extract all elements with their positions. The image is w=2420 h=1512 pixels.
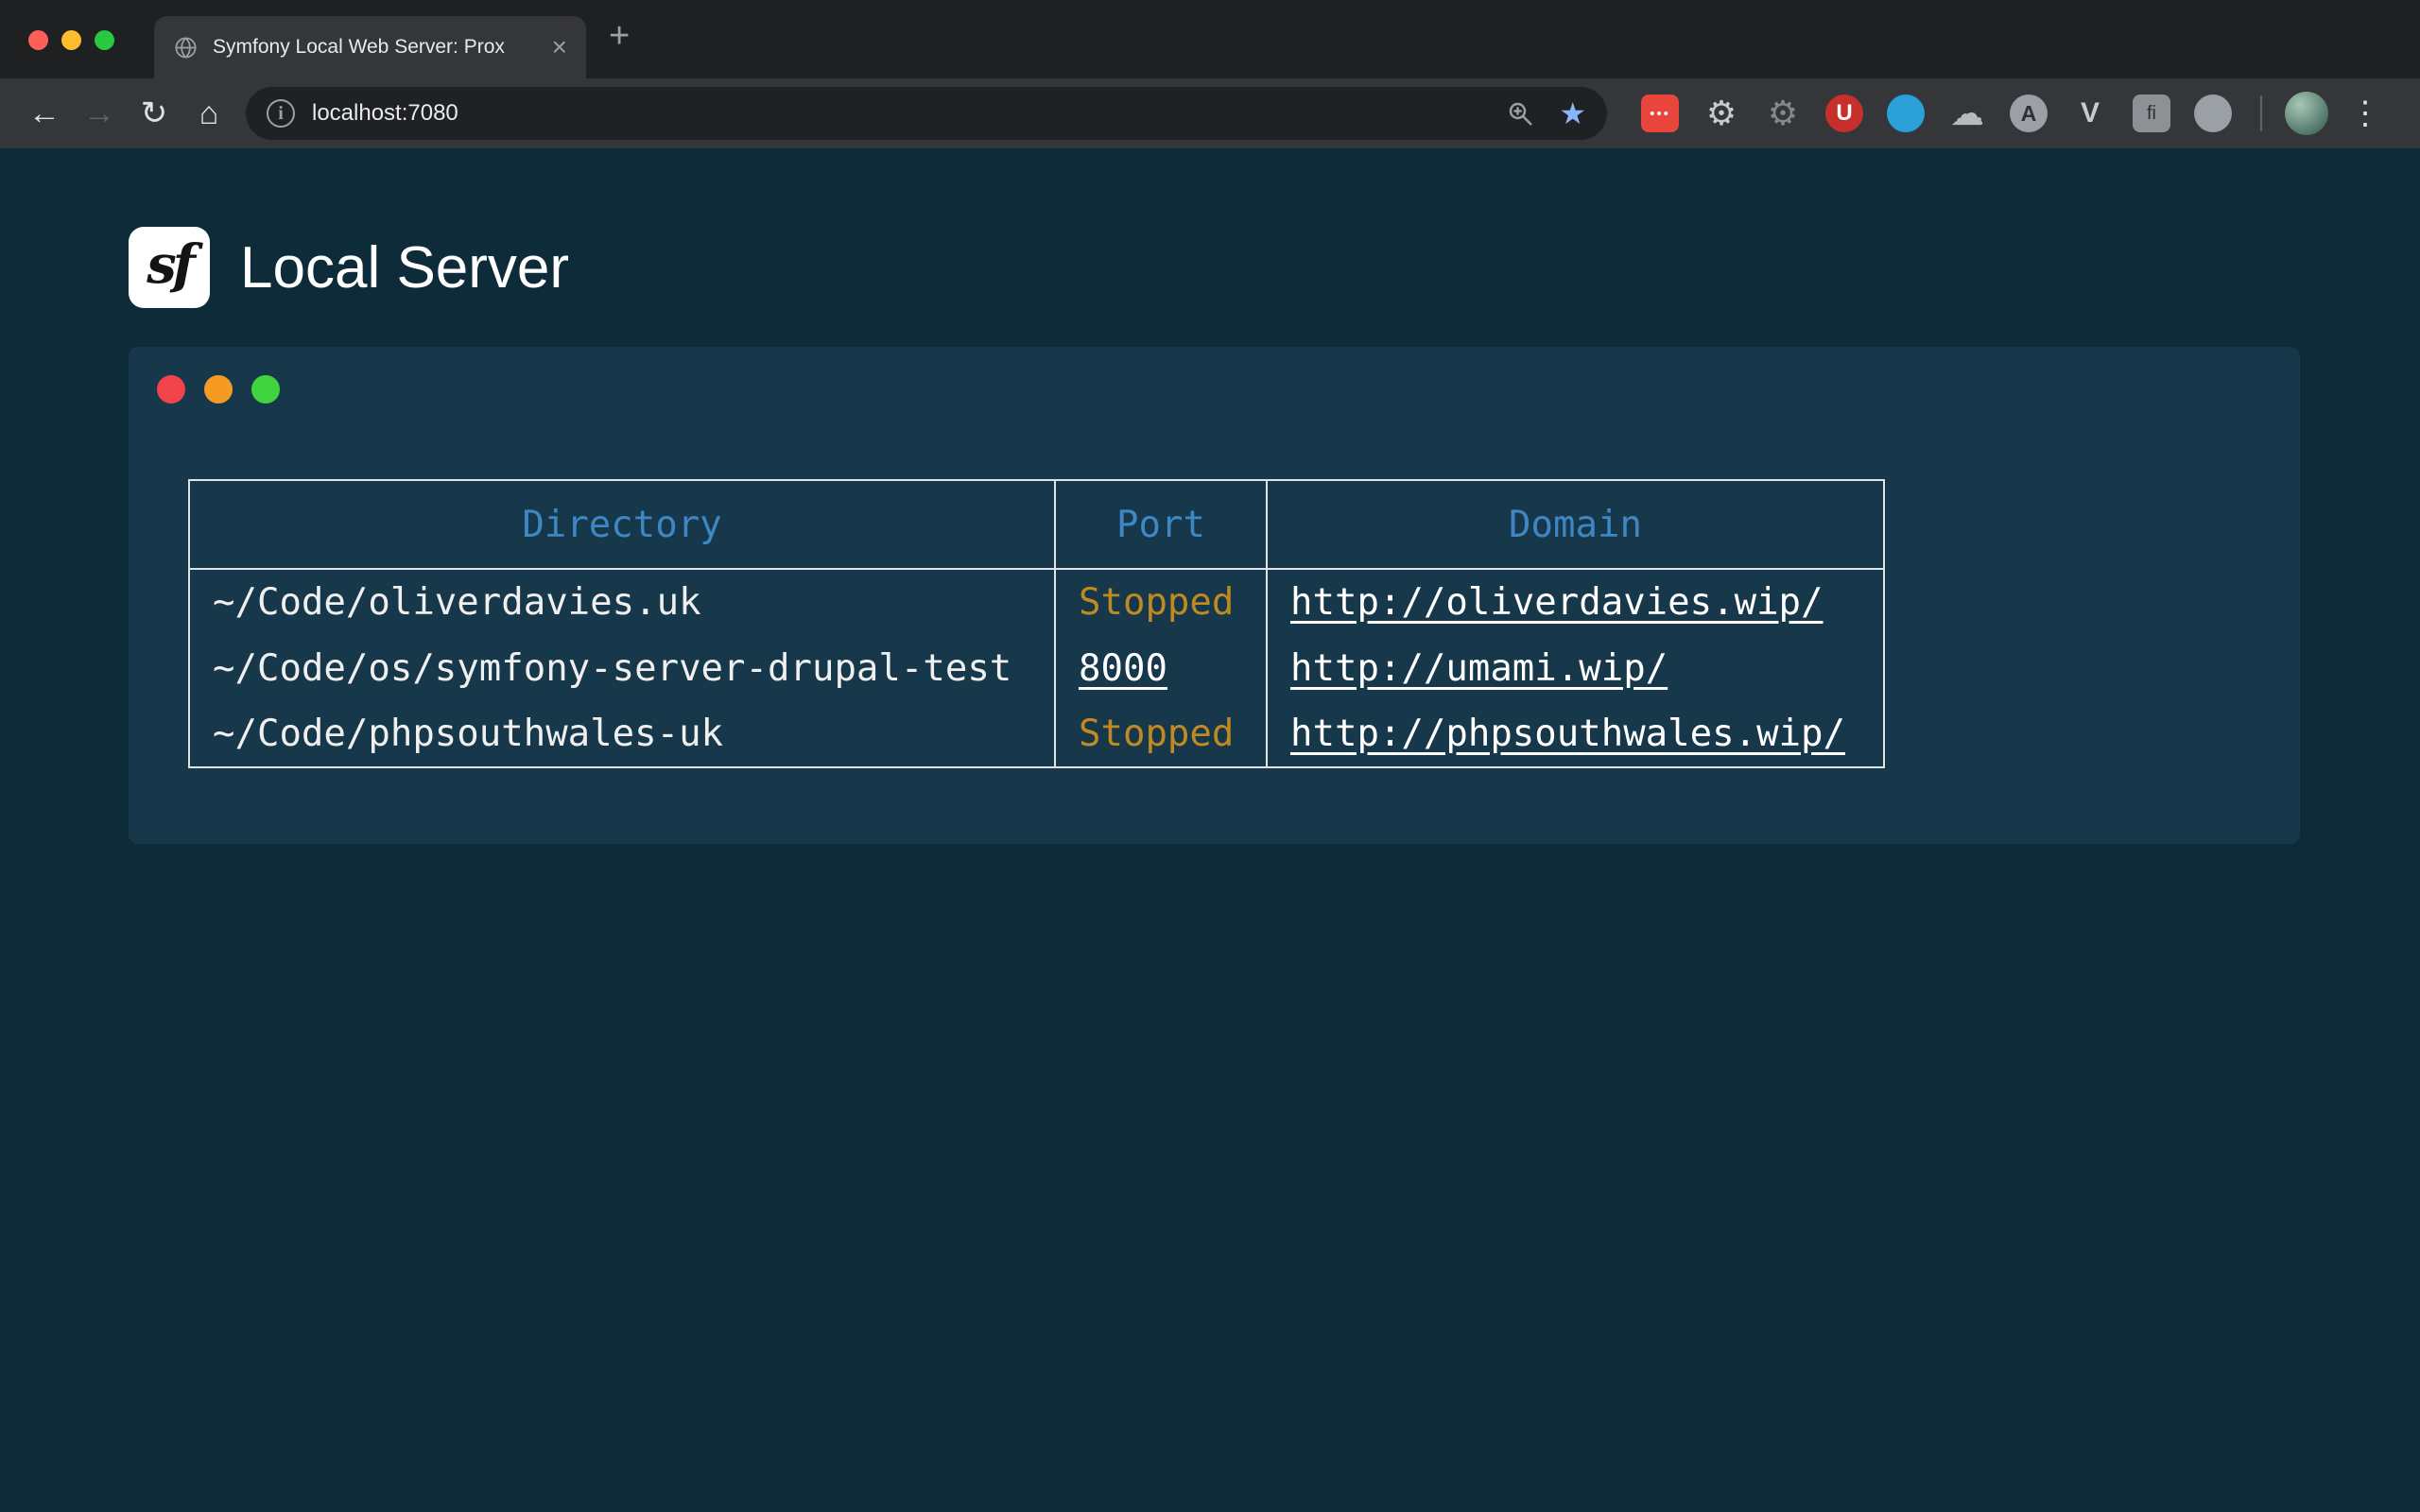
- profile-avatar[interactable]: [2285, 92, 2328, 135]
- extension-ublock-icon[interactable]: U: [1825, 94, 1863, 132]
- table-row: ~/Code/os/symfony-server-drupal-test 800…: [189, 635, 1884, 701]
- tab-close-icon[interactable]: ×: [552, 34, 567, 60]
- extensions-bar: ••• ⚙ ⚙ U ☁ A V fi: [1641, 94, 2232, 132]
- address-bar[interactable]: i localhost:7080 ★: [246, 87, 1607, 140]
- domain-link[interactable]: http://umami.wip/: [1290, 647, 1668, 690]
- browser-toolbar: ← → ↻ ⌂ i localhost:7080 ★ ••• ⚙ ⚙ U ☁ A…: [0, 78, 2420, 148]
- bookmark-star-icon[interactable]: ★: [1559, 98, 1586, 129]
- url-text[interactable]: localhost:7080: [312, 100, 458, 127]
- server-list-card: Directory Port Domain ~/Code/oliverdavie…: [129, 347, 2300, 844]
- directory-cell: ~/Code/oliverdavies.uk: [189, 569, 1055, 635]
- zoom-icon[interactable]: [1506, 99, 1534, 128]
- extension-gear-light-icon[interactable]: ⚙: [1703, 94, 1740, 132]
- directory-cell: ~/Code/phpsouthwales-uk: [189, 701, 1055, 767]
- terminal-window-dots: [157, 375, 2300, 404]
- header-port: Port: [1055, 480, 1267, 569]
- home-icon[interactable]: ⌂: [182, 97, 236, 129]
- site-info-icon[interactable]: i: [267, 99, 295, 128]
- extension-cloud-icon[interactable]: ☁: [1948, 94, 1986, 132]
- port-status: Stopped: [1079, 581, 1234, 624]
- terminal-dot-orange-icon: [204, 375, 233, 404]
- extension-github-icon[interactable]: [2194, 94, 2232, 132]
- symfony-logo: sf: [129, 227, 210, 308]
- port-status: Stopped: [1079, 713, 1234, 755]
- extension-letter-a-icon[interactable]: A: [2010, 94, 2048, 132]
- browser-tab[interactable]: Symfony Local Web Server: Prox ×: [154, 16, 586, 78]
- table-row: ~/Code/phpsouthwales-uk Stopped http://p…: [189, 701, 1884, 767]
- page-title: Local Server: [240, 234, 569, 301]
- reload-icon[interactable]: ↻: [127, 97, 182, 129]
- back-icon[interactable]: ←: [17, 97, 72, 129]
- header-domain: Domain: [1267, 480, 1884, 569]
- brand-header: sf Local Server: [129, 227, 2300, 308]
- extension-letter-v-icon[interactable]: V: [2071, 94, 2109, 132]
- browser-menu-icon[interactable]: ⋮: [2349, 97, 2381, 129]
- table-header-row: Directory Port Domain: [189, 480, 1884, 569]
- domain-link[interactable]: http://oliverdavies.wip/: [1290, 581, 1824, 624]
- header-directory: Directory: [189, 480, 1055, 569]
- globe-favicon-icon: [173, 35, 199, 60]
- new-tab-button[interactable]: +: [609, 18, 630, 54]
- directory-cell: ~/Code/os/symfony-server-drupal-test: [189, 635, 1055, 701]
- table-row: ~/Code/oliverdavies.uk Stopped http://ol…: [189, 569, 1884, 635]
- extension-gear-dark-icon[interactable]: ⚙: [1764, 94, 1802, 132]
- symfony-logo-text: sf: [147, 233, 192, 301]
- server-table: Directory Port Domain ~/Code/oliverdavie…: [188, 479, 1885, 768]
- window-controls: [28, 30, 114, 50]
- terminal-dot-red-icon: [157, 375, 185, 404]
- extension-red-dots-icon[interactable]: •••: [1641, 94, 1679, 132]
- window-minimize-button[interactable]: [61, 30, 81, 50]
- browser-tab-strip: Symfony Local Web Server: Prox × +: [0, 0, 2420, 78]
- tab-title: Symfony Local Web Server: Prox: [213, 36, 538, 59]
- extension-blue-circle-icon[interactable]: [1887, 94, 1925, 132]
- window-zoom-button[interactable]: [95, 30, 114, 50]
- port-link[interactable]: 8000: [1079, 647, 1167, 690]
- forward-icon[interactable]: →: [72, 97, 127, 129]
- domain-link[interactable]: http://phpsouthwales.wip/: [1290, 713, 1845, 755]
- extension-gray-square-icon[interactable]: fi: [2133, 94, 2170, 132]
- window-close-button[interactable]: [28, 30, 48, 50]
- server-table-wrap: Directory Port Domain ~/Code/oliverdavie…: [188, 479, 2300, 768]
- toolbar-divider: [2260, 95, 2262, 131]
- page-content: sf Local Server Directory Port Domain: [0, 148, 2420, 844]
- terminal-dot-green-icon: [251, 375, 280, 404]
